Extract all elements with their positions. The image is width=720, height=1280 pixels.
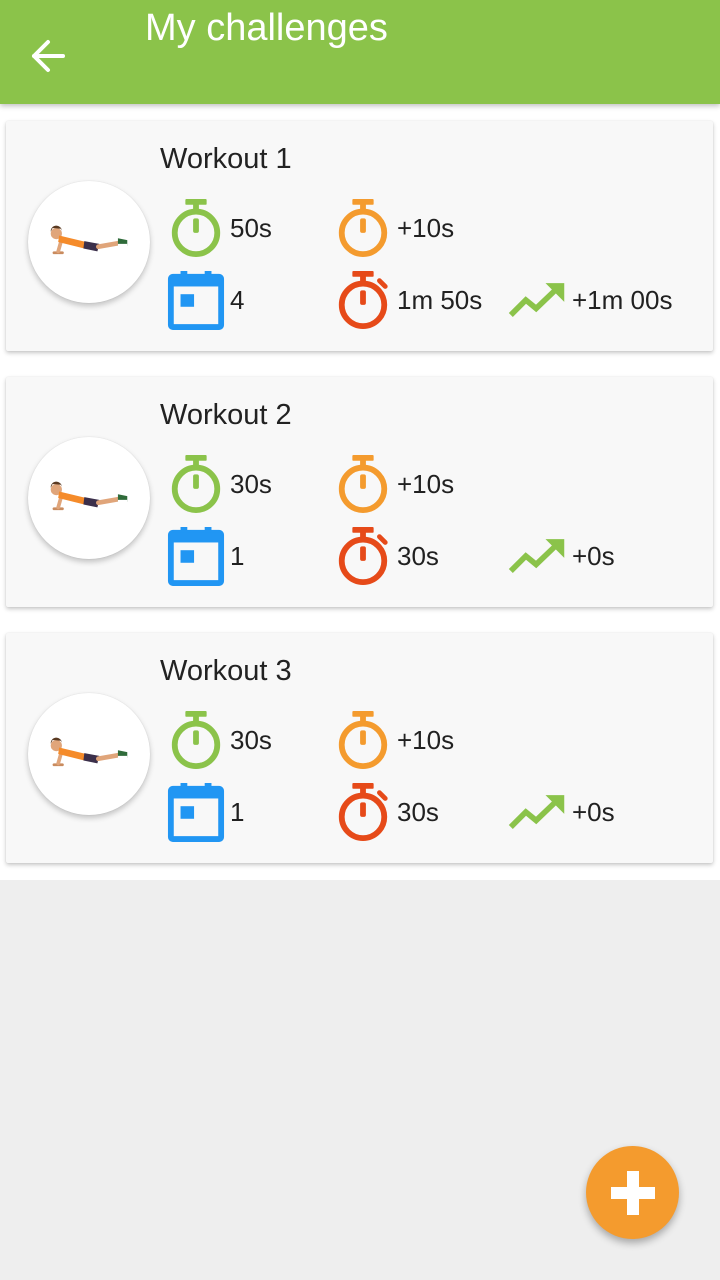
add-challenge-button[interactable] (586, 1146, 679, 1239)
page-title: My challenges (145, 7, 388, 49)
workout-card-2[interactable]: Workout 2 30s +10s 1 30s +0s (6, 377, 713, 607)
progress-stat: +0s (508, 525, 615, 587)
days-value: 4 (230, 284, 245, 315)
workout-title: Workout 1 (160, 143, 292, 175)
initial-time-stat: 30s (166, 709, 272, 771)
workout-card-1[interactable]: Workout 1 50s +10s 4 1m 50s +1m 00s (6, 121, 713, 351)
initial-time-value: 30s (230, 724, 272, 755)
increment-value: +10s (397, 212, 455, 243)
stopwatch-icon (166, 453, 226, 515)
current-time-value: 1m 50s (397, 284, 483, 315)
stopwatch-icon (333, 709, 393, 771)
increment-stat: +10s (333, 709, 454, 771)
workout-title: Workout 3 (160, 655, 292, 687)
calendar-icon (166, 269, 226, 331)
stopwatch-alarm-icon (333, 781, 393, 843)
workout-card-3[interactable]: Workout 3 30s +10s 1 30s +0s (6, 633, 713, 863)
increment-value: +10s (397, 468, 455, 499)
trending-up-icon (508, 525, 568, 587)
stopwatch-icon (333, 453, 393, 515)
plank-exercise-icon (47, 223, 131, 261)
current-time-stat: 30s (333, 781, 439, 843)
stopwatch-icon (166, 709, 226, 771)
increment-stat: +10s (333, 197, 454, 259)
plus-icon (610, 1170, 655, 1215)
initial-time-stat: 50s (166, 197, 272, 259)
days-stat: 4 (166, 269, 244, 331)
arrow-back-icon (32, 40, 65, 72)
current-time-stat: 30s (333, 525, 439, 587)
stopwatch-alarm-icon (333, 269, 393, 331)
days-value: 1 (230, 540, 245, 571)
workout-list: Workout 1 50s +10s 4 1m 50s +1m 00s Work… (0, 104, 720, 880)
back-button[interactable] (18, 26, 78, 86)
workout-title: Workout 2 (160, 399, 292, 431)
workout-avatar (28, 437, 150, 559)
calendar-icon (166, 525, 226, 587)
days-value: 1 (230, 796, 245, 827)
current-time-value: 30s (397, 540, 439, 571)
trending-up-icon (508, 269, 568, 331)
calendar-icon (166, 781, 226, 843)
increment-value: +10s (397, 724, 455, 755)
current-time-value: 30s (397, 796, 439, 827)
progress-stat: +0s (508, 781, 615, 843)
current-time-stat: 1m 50s (333, 269, 482, 331)
progress-stat: +1m 00s (508, 269, 672, 331)
plank-exercise-icon (47, 479, 131, 517)
stopwatch-icon (333, 197, 393, 259)
days-stat: 1 (166, 525, 244, 587)
days-stat: 1 (166, 781, 244, 843)
increment-stat: +10s (333, 453, 454, 515)
progress-value: +0s (572, 796, 615, 827)
stopwatch-alarm-icon (333, 525, 393, 587)
initial-time-stat: 30s (166, 453, 272, 515)
app-bar: My challenges (0, 0, 720, 104)
workout-avatar (28, 693, 150, 815)
stopwatch-icon (166, 197, 226, 259)
workout-avatar (28, 181, 150, 303)
progress-value: +1m 00s (572, 284, 673, 315)
plank-exercise-icon (47, 735, 131, 773)
initial-time-value: 30s (230, 468, 272, 499)
trending-up-icon (508, 781, 568, 843)
progress-value: +0s (572, 540, 615, 571)
initial-time-value: 50s (230, 212, 272, 243)
